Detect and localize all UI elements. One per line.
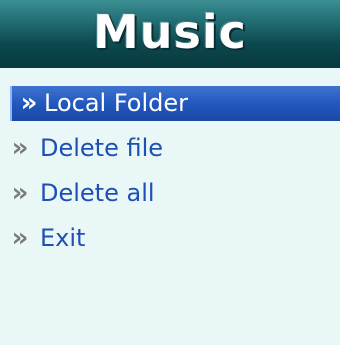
menu-item-label: Delete file [40,134,164,162]
menu-item-local-folder[interactable]: » Local Folder [10,86,340,121]
menu-item-label: Exit [40,224,86,252]
double-chevron-right-icon: » [11,133,29,163]
music-menu: » Local Folder » Delete file » Delete al… [0,86,340,266]
menu-item-label: Delete all [40,179,155,207]
double-chevron-right-icon: » [11,178,29,208]
menu-item-label: Local Folder [44,89,188,117]
title-bar: Music [0,0,340,68]
double-chevron-right-icon: » [11,223,29,253]
menu-item-delete-all[interactable]: » Delete all [0,176,340,211]
page-title: Music [93,5,247,59]
double-chevron-right-icon: » [20,88,38,118]
menu-item-exit[interactable]: » Exit [0,221,340,256]
menu-item-delete-file[interactable]: » Delete file [0,131,340,166]
music-screen: Music » Local Folder » Delete file » Del… [0,0,340,345]
